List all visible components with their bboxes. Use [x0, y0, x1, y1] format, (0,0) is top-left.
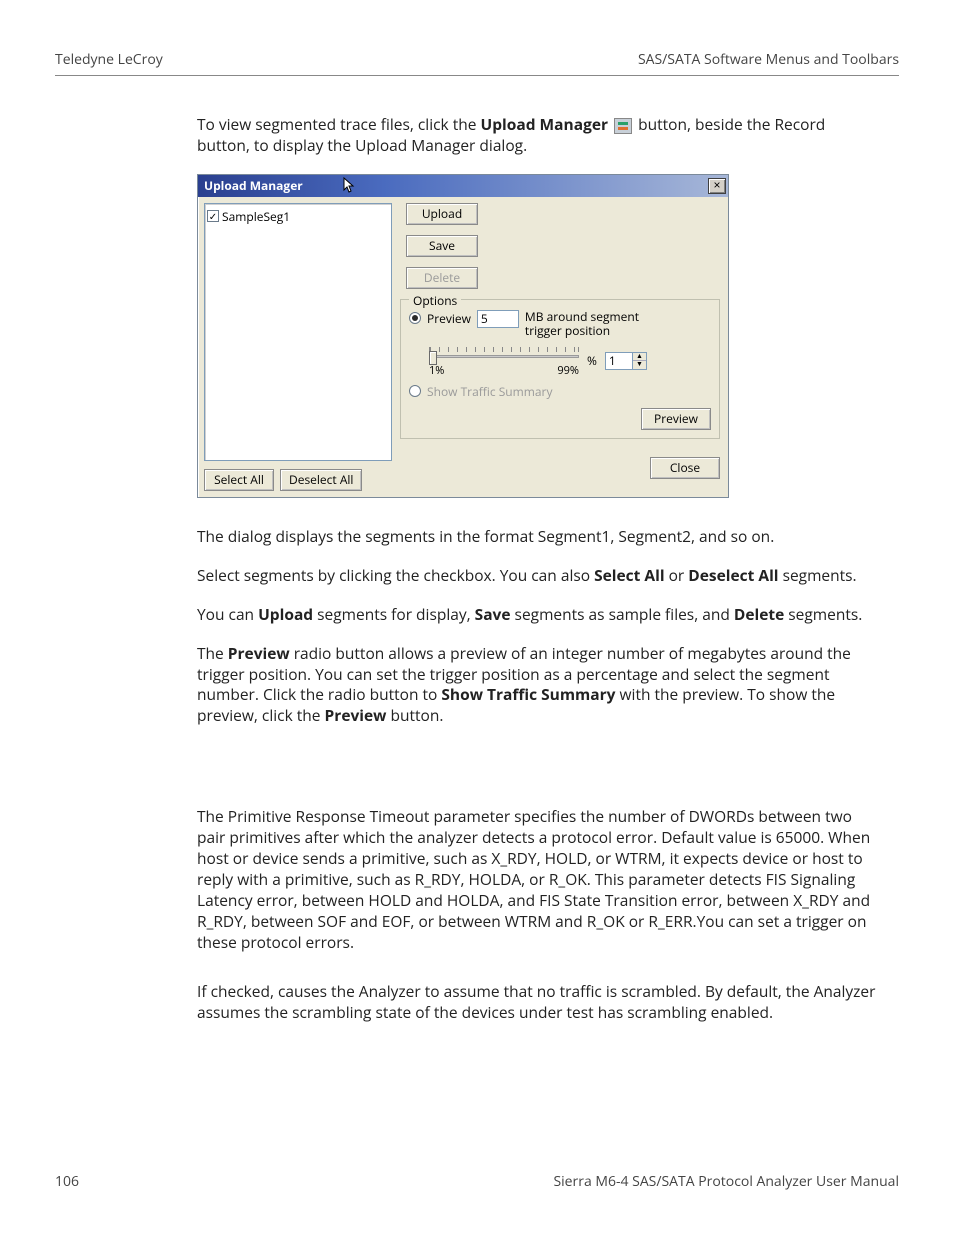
paragraph: The dialog displays the segments in the … [197, 526, 879, 547]
paragraph: If checked, causes the Analyzer to assum… [197, 981, 879, 1023]
spin-value[interactable]: 1 [605, 352, 633, 370]
delete-button[interactable]: Delete [406, 267, 478, 289]
header-left: Teledyne LeCroy [55, 50, 163, 69]
list-item[interactable]: ✓ SampleSeg1 [207, 207, 389, 226]
preview-desc-line2: trigger position [525, 322, 610, 339]
preview-radio-label: Preview [427, 310, 471, 327]
dialog-titlebar[interactable]: Upload Manager × [198, 175, 728, 197]
upload-manager-term: Upload Manager [481, 113, 609, 135]
segment-label: SampleSeg1 [222, 208, 290, 225]
segment-spinner[interactable]: 1 ▲ ▼ [605, 352, 647, 370]
cursor-icon [343, 177, 357, 195]
percent-label: % [587, 352, 597, 369]
paragraph: Select segments by clicking the checkbox… [197, 565, 879, 586]
close-button[interactable]: Close [650, 457, 720, 479]
options-groupbox: Options Preview 5 MB around segment trig… [400, 299, 720, 439]
page-footer: 106 Sierra M6-4 SAS/SATA Protocol Analyz… [55, 1172, 899, 1191]
paragraph: The Preview radio button allows a previe… [197, 643, 879, 727]
paragraph: You can Upload segments for display, Sav… [197, 604, 879, 625]
select-all-button[interactable]: Select All [204, 469, 274, 491]
options-label: Options [409, 292, 461, 309]
slider-max-label: 99% [557, 363, 579, 378]
spin-down-icon[interactable]: ▼ [633, 361, 646, 369]
upload-manager-icon [614, 118, 632, 134]
slider-min-label: 1% [429, 363, 444, 378]
segment-checkbox[interactable]: ✓ [207, 210, 219, 222]
header-right: SAS/SATA Software Menus and Toolbars [638, 50, 899, 69]
doc-title: Sierra M6-4 SAS/SATA Protocol Analyzer U… [553, 1172, 899, 1191]
show-traffic-radio[interactable] [409, 385, 421, 397]
segment-listbox[interactable]: ✓ SampleSeg1 [204, 203, 392, 461]
save-button[interactable]: Save [406, 235, 478, 257]
preview-radio[interactable] [409, 312, 421, 324]
paragraph: The Primitive Response Timeout parameter… [197, 806, 879, 952]
deselect-all-button[interactable]: Deselect All [280, 469, 362, 491]
show-traffic-label: Show Traffic Summary [427, 383, 552, 400]
upload-button[interactable]: Upload [406, 203, 478, 225]
dialog-title: Upload Manager [204, 177, 303, 194]
preview-button[interactable]: Preview [641, 408, 711, 430]
page-number: 106 [55, 1172, 79, 1191]
preview-mb-input[interactable]: 5 [477, 310, 519, 328]
close-icon[interactable]: × [708, 178, 726, 194]
intro-paragraph: To view segmented trace files, click the… [197, 114, 879, 156]
trigger-position-slider[interactable]: 1% 99% [429, 347, 579, 375]
page-header: Teledyne LeCroy SAS/SATA Software Menus … [55, 50, 899, 76]
upload-manager-dialog: Upload Manager × ✓ SampleSeg1 [197, 174, 729, 498]
